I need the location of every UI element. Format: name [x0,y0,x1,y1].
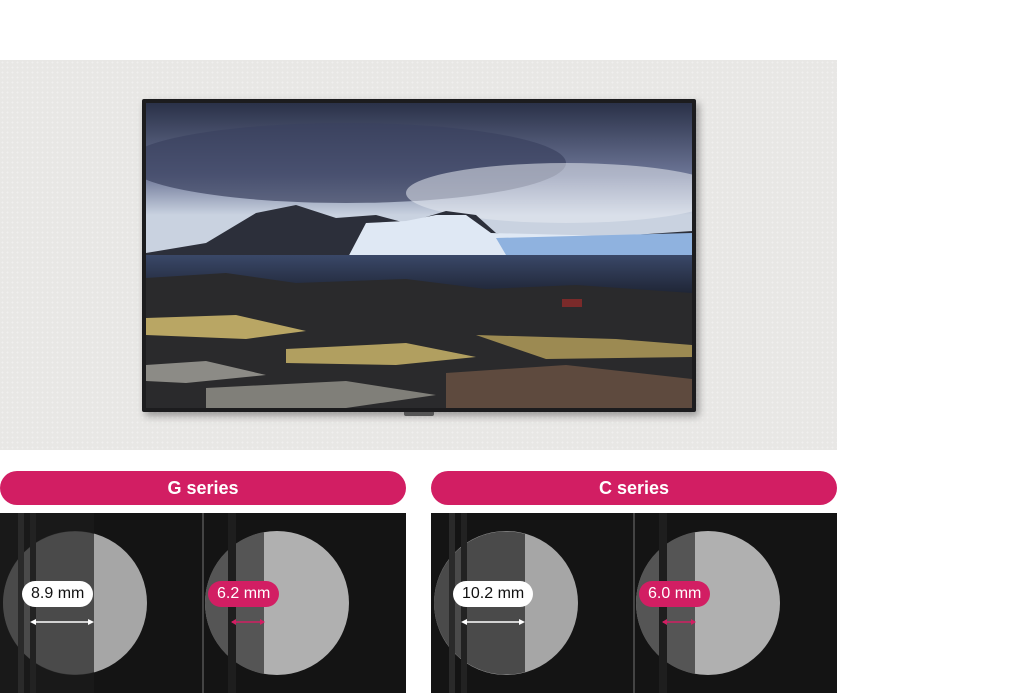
bezel-detail-c: 10.2 mm 6.0 mm [431,513,837,693]
tv-on-wall [142,99,696,416]
bezel-detail-g: 8.9 mm 6.2 mm [0,513,406,693]
measurement-label: 6.0 mm [639,581,711,607]
bezel-closeup-c-1: 10.2 mm [431,513,633,693]
wall-background [0,60,837,450]
series-header-g: G series [0,471,406,505]
bezel-closeup-c-2: 6.0 mm [635,513,837,693]
series-header-c: C series [431,471,837,505]
bezel-closeup-g-1: 8.9 mm [0,513,202,693]
measurement-label: 6.2 mm [208,581,280,607]
measurement-label: 10.2 mm [453,581,534,607]
tv-stand-foot [404,412,434,416]
bezel-closeup-g-2: 6.2 mm [204,513,406,693]
measurement-label: 8.9 mm [22,581,94,607]
tv-screen-landscape [146,103,692,408]
